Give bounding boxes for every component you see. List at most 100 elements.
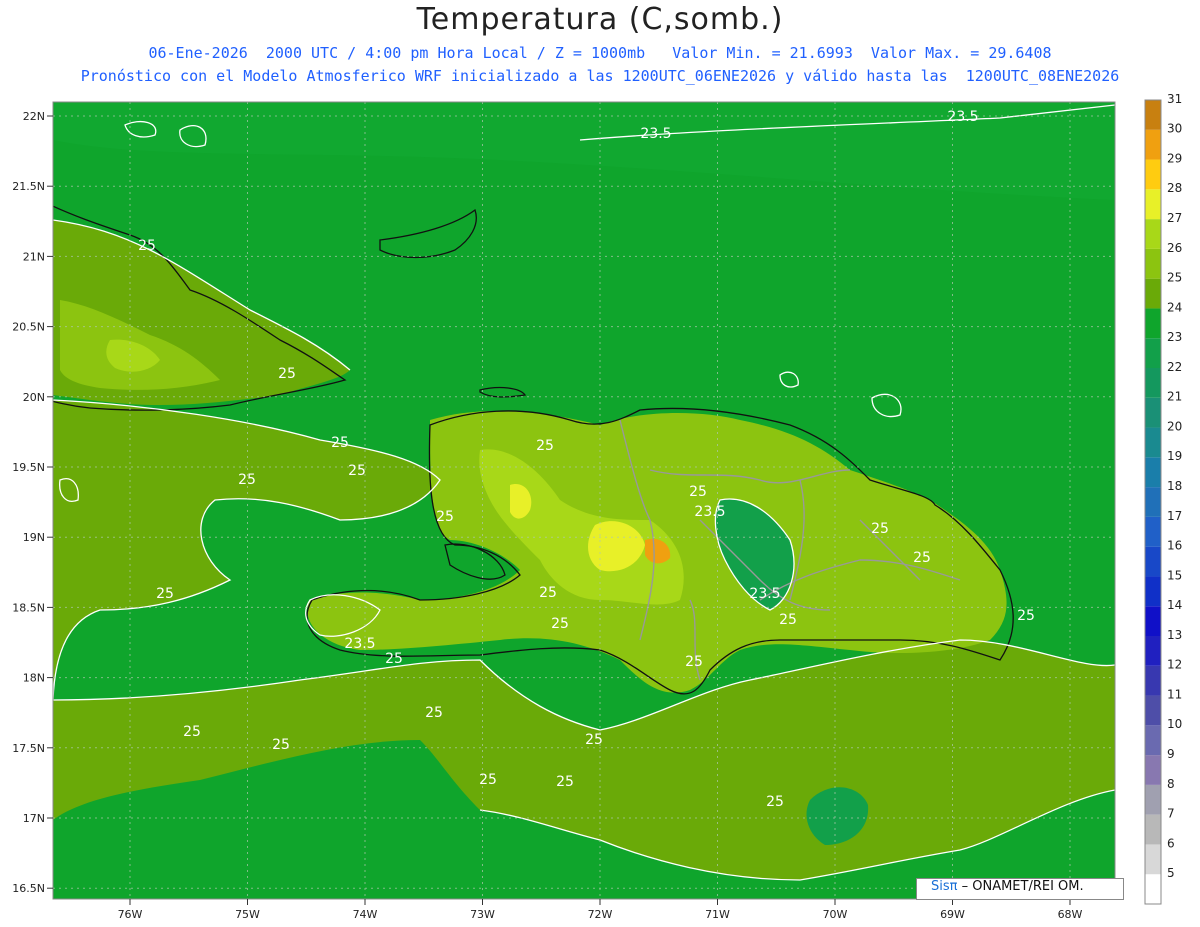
colorbar-label: 17 <box>1167 509 1182 523</box>
colorbar-label: 23 <box>1167 330 1182 344</box>
contour-label: 25 <box>551 616 569 632</box>
colorbar-segment <box>1145 248 1161 279</box>
colorbar-label: 28 <box>1167 181 1182 195</box>
colorbar-segment <box>1145 695 1161 726</box>
contour-label: 23.5 <box>947 109 978 125</box>
colorbar-segment <box>1145 159 1161 190</box>
lon-label: 76W <box>118 908 143 921</box>
colorbar-segment <box>1145 100 1161 130</box>
lat-label: 20.5N <box>12 321 45 334</box>
colorbar-segment <box>1145 576 1161 607</box>
lon-label: 74W <box>353 908 378 921</box>
colorbar-segment <box>1145 457 1161 488</box>
credit-box: Sisπ – ONAMET/REI OM. <box>916 878 1124 900</box>
contour-label: 25 <box>425 705 443 721</box>
contour-label: 25 <box>689 484 707 500</box>
contour-label: 25 <box>1017 608 1035 624</box>
colorbar-segment <box>1145 219 1161 249</box>
credit-text: – ONAMET/REI OM. <box>961 879 1084 894</box>
colorbar-segment <box>1145 814 1161 845</box>
lon-label: 70W <box>823 908 848 921</box>
contour-label: 23.5 <box>344 636 375 652</box>
colorbar-label: 14 <box>1167 598 1182 612</box>
colorbar-segment <box>1145 308 1161 339</box>
colorbar-segment <box>1145 546 1161 577</box>
colorbar-segment <box>1145 338 1161 368</box>
contour-label: 25 <box>685 654 703 670</box>
colorbar-segment <box>1145 516 1161 547</box>
colorbar-label: 21 <box>1167 390 1182 404</box>
contour-label: 23.5 <box>749 586 780 602</box>
colorbar-label: 6 <box>1167 836 1175 850</box>
colorbar-label: 19 <box>1167 449 1182 463</box>
colorbar-label: 12 <box>1167 658 1182 672</box>
colorbar-label: 13 <box>1167 628 1182 642</box>
colorbar-segment <box>1145 636 1161 666</box>
colorbar-segment <box>1145 874 1161 904</box>
lat-label: 17N <box>23 812 45 825</box>
credit-brand: Sisπ <box>931 879 958 894</box>
colorbar-label: 27 <box>1167 211 1182 225</box>
colorbar-segment <box>1145 278 1161 309</box>
lon-label: 75W <box>235 908 260 921</box>
contour-label: 23.5 <box>640 126 671 142</box>
colorbar-label: 30 <box>1167 122 1182 136</box>
colorbar-label: 5 <box>1167 866 1175 880</box>
colorbar-segment <box>1145 189 1161 220</box>
colorbar-segment <box>1145 725 1161 756</box>
contour-label: 25 <box>539 585 557 601</box>
contour-label: 25 <box>385 651 403 667</box>
colorbar-segment <box>1145 606 1161 636</box>
contour-label: 23.5 <box>694 504 725 520</box>
contour-label: 25 <box>556 774 574 790</box>
contour-label: 25 <box>779 612 797 628</box>
contour-label: 25 <box>536 438 554 454</box>
colorbar-label: 9 <box>1167 747 1175 761</box>
colorbar-label: 29 <box>1167 151 1182 165</box>
colorbar-label: 26 <box>1167 241 1182 255</box>
lat-label: 22N <box>23 110 45 123</box>
contour-label: 25 <box>331 435 349 451</box>
colorbar-label: 10 <box>1167 717 1182 731</box>
colorbar-segment <box>1145 844 1161 875</box>
colorbar-label: 18 <box>1167 479 1182 493</box>
colorbar-segment <box>1145 368 1161 398</box>
colorbar-segment <box>1145 397 1161 428</box>
contour-label: 25 <box>183 724 201 740</box>
lat-label: 21N <box>23 250 45 263</box>
colorbar-label: 31 <box>1167 92 1182 106</box>
lat-label: 18N <box>23 672 45 685</box>
colorbar-segment <box>1145 427 1161 458</box>
colorbar-label: 16 <box>1167 539 1182 553</box>
colorbar-label: 11 <box>1167 687 1182 701</box>
contour-label: 25 <box>479 772 497 788</box>
lat-label: 19N <box>23 531 45 544</box>
contour-label: 25 <box>436 509 454 525</box>
lon-label: 71W <box>705 908 730 921</box>
contour-label: 25 <box>766 794 784 810</box>
lon-label: 68W <box>1058 908 1083 921</box>
lon-label: 73W <box>470 908 495 921</box>
lat-label: 21.5N <box>12 180 45 193</box>
lon-label: 72W <box>588 908 613 921</box>
contour-label: 25 <box>913 550 931 566</box>
lat-label: 17.5N <box>12 742 45 755</box>
lon-label: 69W <box>940 908 965 921</box>
colorbar-segment <box>1145 487 1161 517</box>
contour-label: 25 <box>156 586 174 602</box>
lat-label: 19.5N <box>12 461 45 474</box>
colorbar-segment <box>1145 755 1161 785</box>
contour-label: 25 <box>278 366 296 382</box>
colorbar-segment <box>1145 784 1161 815</box>
colorbar-segment <box>1145 129 1161 160</box>
colorbar-label: 8 <box>1167 777 1175 791</box>
lat-label: 20N <box>23 391 45 404</box>
colorbar-label: 15 <box>1167 568 1182 582</box>
contour-label: 25 <box>871 521 889 537</box>
temperature-map: 22N 21.5N 21N 20.5N 20N 19.5N 19N 18.5N 18N 17.5N… <box>12 92 1182 921</box>
colorbar-label: 7 <box>1167 807 1175 821</box>
colorbar-label: 24 <box>1167 300 1182 314</box>
contour-label: 25 <box>585 732 603 748</box>
lat-label: 18.5N <box>12 601 45 614</box>
colorbar-label: 25 <box>1167 271 1182 285</box>
